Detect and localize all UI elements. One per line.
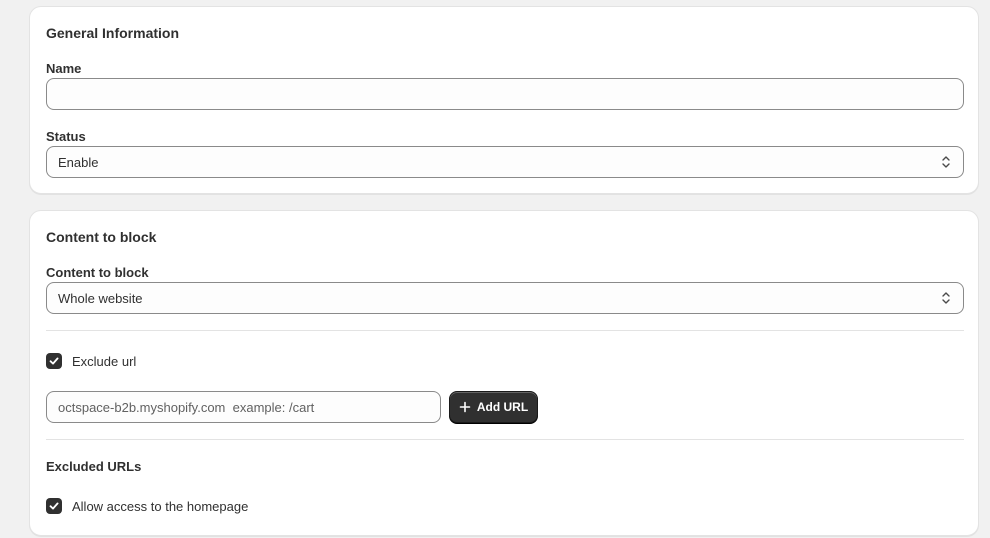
status-label: Status: [46, 129, 86, 144]
plus-icon: [459, 401, 471, 413]
content-to-block-select[interactable]: Whole website: [46, 282, 964, 314]
checkmark-icon: [49, 502, 59, 510]
allow-homepage-label: Allow access to the homepage: [72, 498, 249, 514]
url-input[interactable]: [46, 391, 441, 423]
status-select[interactable]: Enable: [46, 146, 964, 178]
chevron-up-down-icon: [942, 156, 950, 168]
content-to-block-card: Content to block Content to block Whole …: [29, 210, 979, 536]
section-divider: [46, 439, 964, 440]
checkmark-icon: [49, 357, 59, 365]
chevron-up-down-icon: [942, 292, 950, 304]
exclude-url-label: Exclude url: [72, 353, 137, 369]
content-to-block-select-value: Whole website: [58, 290, 143, 306]
exclude-url-checkbox-row[interactable]: Exclude url: [46, 353, 136, 369]
name-input[interactable]: [46, 78, 964, 110]
add-url-label: Add URL: [476, 400, 529, 414]
content-to-block-label: Content to block: [46, 265, 149, 280]
allow-homepage-checkbox-row[interactable]: Allow access to the homepage: [46, 498, 248, 514]
content-to-block-title: Content to block: [46, 229, 157, 245]
general-information-card: General Information Name Status Enable: [29, 6, 979, 194]
general-information-title: General Information: [46, 25, 180, 41]
section-divider: [46, 330, 964, 331]
allow-homepage-checkbox[interactable]: [46, 498, 62, 514]
exclude-url-checkbox[interactable]: [46, 353, 62, 369]
name-label: Name: [46, 61, 82, 76]
status-select-value: Enable: [58, 154, 99, 170]
excluded-urls-title: Excluded URLs: [46, 459, 142, 474]
add-url-button[interactable]: Add URL: [449, 391, 538, 423]
